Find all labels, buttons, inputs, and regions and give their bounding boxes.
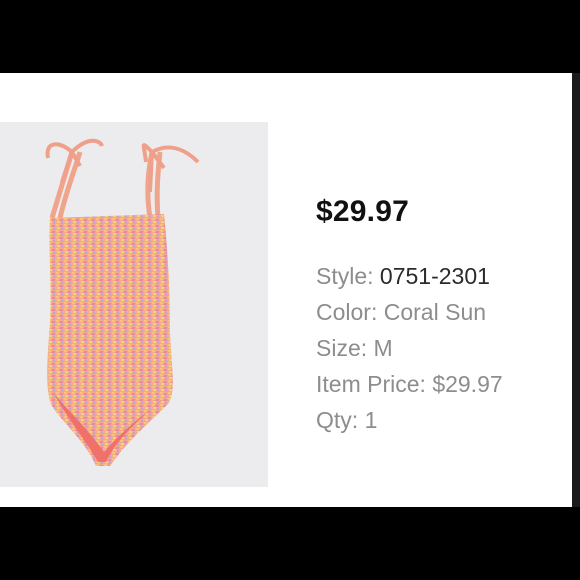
style-value: 0751-2301 (379, 263, 490, 289)
size-label: Size: (316, 335, 368, 361)
price: $29.97 (316, 195, 409, 228)
top-letterbox-bar (0, 0, 580, 73)
scrollbar[interactable] (572, 73, 580, 507)
product-image[interactable] (0, 122, 268, 487)
item-price-row: Item Price: $29.97 (316, 371, 503, 398)
qty-row: Qty: 1 (316, 407, 377, 434)
color-row: Color: Coral Sun (316, 299, 486, 326)
style-row: Style: 0751-2301 (316, 263, 490, 290)
color-label: Color: (316, 299, 378, 325)
style-label: Style: (316, 263, 374, 289)
qty-label: Qty: (316, 407, 359, 433)
size-row: Size: M (316, 335, 393, 362)
item-price-value: $29.97 (432, 371, 503, 397)
product-card: $29.97 Style: 0751-2301 Color: Coral Sun… (0, 73, 572, 507)
color-value: Coral Sun (383, 299, 487, 325)
size-value: M (373, 335, 393, 361)
qty-value: 1 (364, 407, 378, 433)
swimsuit-illustration (45, 138, 200, 466)
item-price-label: Item Price: (316, 371, 426, 397)
bottom-letterbox-bar (0, 507, 580, 580)
